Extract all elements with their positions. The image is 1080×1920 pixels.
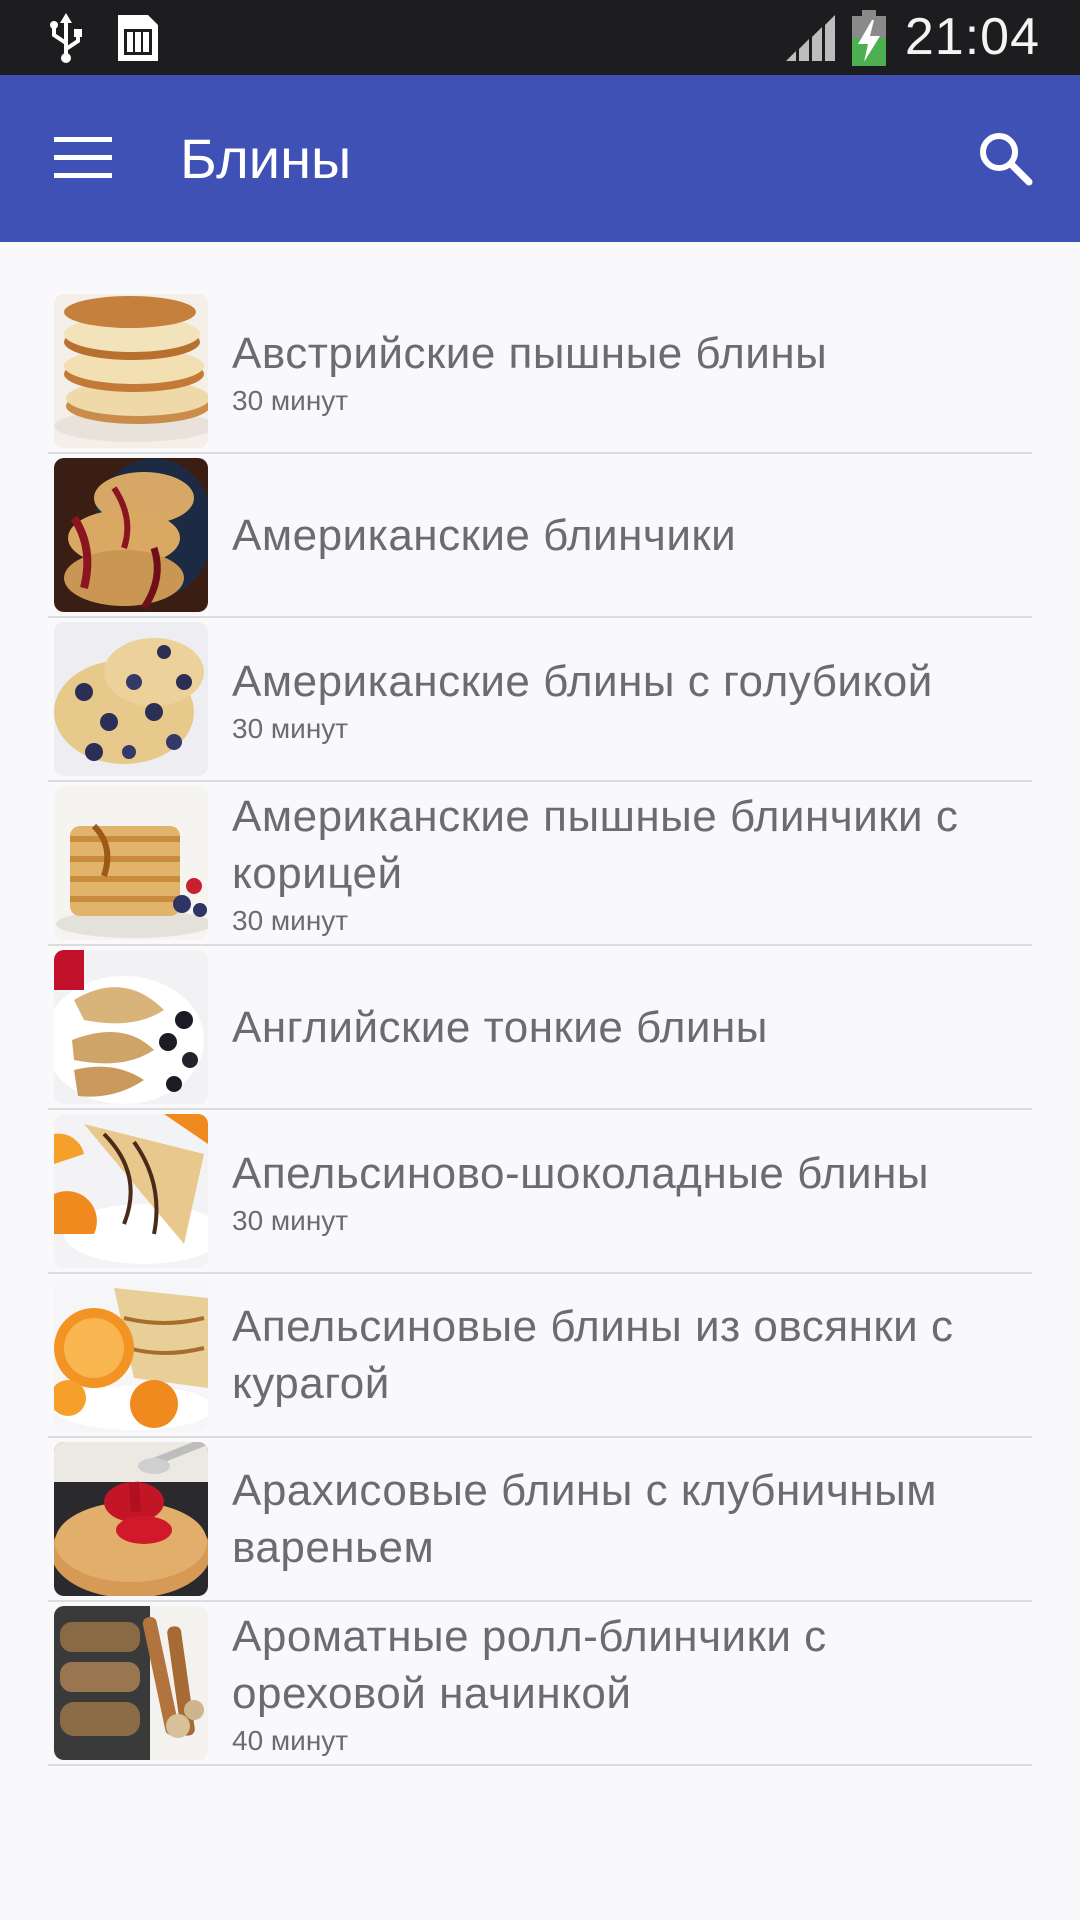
- sim-card-icon: [114, 0, 162, 75]
- recipe-item[interactable]: Английские тонкие блины: [48, 946, 1032, 1110]
- status-bar: 21:04: [0, 0, 1080, 75]
- hamburger-menu-icon: [54, 136, 112, 184]
- app-bar: Блины: [0, 75, 1080, 242]
- recipe-item[interactable]: Американские блины с голубикой 30 минут: [48, 618, 1032, 782]
- recipe-title: Английские тонкие блины: [232, 1002, 768, 1052]
- recipe-item[interactable]: Американские блинчики: [48, 454, 1032, 618]
- clock: 21:04: [904, 8, 1040, 66]
- page-title: Блины: [180, 127, 352, 190]
- recipe-item[interactable]: Апельсиново-шоколадные блины 30 минут: [48, 1110, 1032, 1274]
- recipe-photo: [54, 622, 208, 776]
- recipe-photo: [54, 1442, 208, 1596]
- recipe-item[interactable]: Ароматные ролл-блинчики с ореховой начин…: [48, 1602, 1032, 1766]
- search-icon: [977, 130, 1033, 191]
- recipe-time: 30 минут: [232, 384, 349, 416]
- battery-charging-icon: [850, 0, 888, 75]
- recipe-time: 30 минут: [232, 905, 349, 936]
- recipe-photo: [54, 950, 208, 1104]
- recipe-photo: [54, 1114, 208, 1268]
- recipe-time: 30 минут: [232, 712, 349, 744]
- recipe-time: 30 минут: [232, 1204, 349, 1236]
- recipe-title: Американские пышные блинчики с корицей: [232, 792, 959, 898]
- recipe-item[interactable]: Апельсиновые блины из овсянки с курагой: [48, 1274, 1032, 1438]
- recipe-title: Американские блины с голубикой: [232, 656, 933, 706]
- recipe-item[interactable]: Австрийские пышные блины 30 минут: [48, 290, 1032, 454]
- recipe-title: Американские блинчики: [232, 510, 737, 560]
- menu-button[interactable]: [38, 115, 128, 205]
- recipe-title: Арахисовые блины с клубничным вареньем: [232, 1466, 937, 1572]
- recipe-item[interactable]: Арахисовые блины с клубничным вареньем: [48, 1438, 1032, 1602]
- signal-icon: [786, 0, 838, 75]
- usb-icon: [48, 0, 84, 75]
- recipe-title: Апельсиново-шоколадные блины: [232, 1148, 929, 1198]
- search-button[interactable]: [960, 115, 1050, 205]
- recipe-photo: [54, 786, 208, 940]
- recipe-title: Апельсиновые блины из овсянки с курагой: [232, 1302, 954, 1408]
- recipe-title: Австрийские пышные блины: [232, 328, 828, 378]
- recipe-title: Ароматные ролл-блинчики с ореховой начин…: [232, 1612, 827, 1718]
- recipe-time: 40 минут: [232, 1725, 349, 1756]
- recipe-list: Австрийские пышные блины 30 минут Америк…: [48, 290, 1032, 1766]
- recipe-photo: [54, 1278, 208, 1432]
- recipe-photo: [54, 458, 208, 612]
- recipe-photo: [54, 1606, 208, 1760]
- recipe-photo: [54, 294, 208, 448]
- recipe-item[interactable]: Американские пышные блинчики с корицей 3…: [48, 782, 1032, 946]
